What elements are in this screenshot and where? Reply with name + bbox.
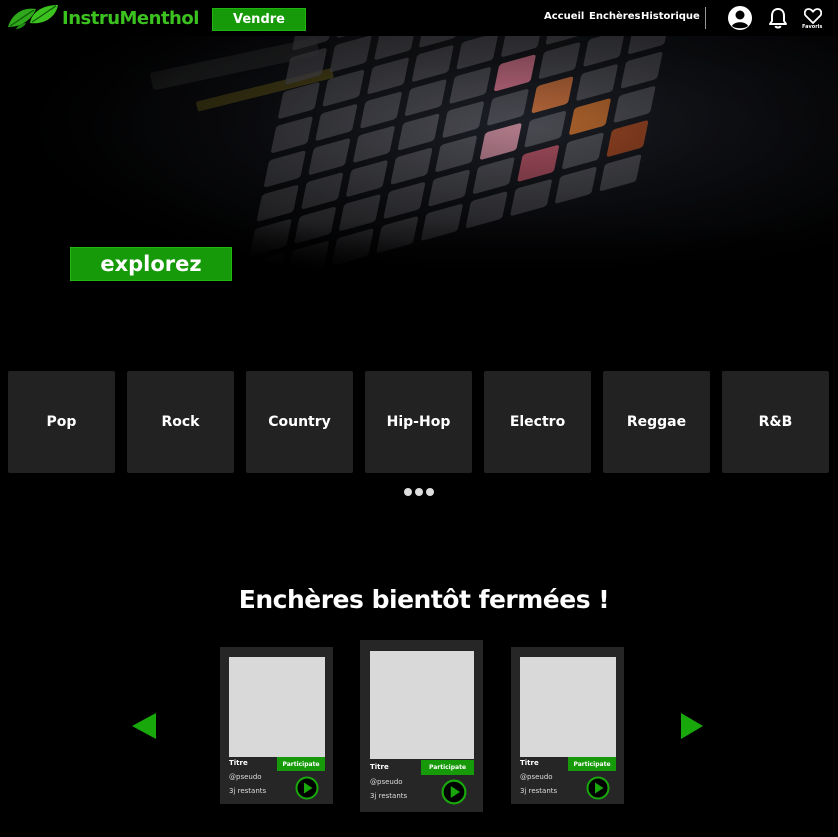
dot: [415, 488, 423, 496]
auction-card-title: Titre: [370, 763, 389, 771]
auction-card[interactable]: Titre Participate @pseudo 3j restants: [220, 647, 333, 804]
auction-card-time-left: 3j restants: [370, 792, 408, 800]
play-icon[interactable]: [586, 776, 610, 800]
genre-card-electro[interactable]: Electro: [484, 371, 591, 473]
arrow-right-icon[interactable]: [680, 712, 704, 740]
genre-card-hip-hop[interactable]: Hip-Hop: [365, 371, 472, 473]
auction-card-image[interactable]: [229, 657, 325, 757]
heart-icon[interactable]: [804, 8, 822, 24]
arrow-left-icon[interactable]: [131, 712, 157, 740]
auction-card[interactable]: Titre Participate @pseudo 3j restants: [360, 640, 483, 812]
nav-divider: [705, 7, 706, 29]
participate-button[interactable]: Participate: [277, 757, 325, 771]
auction-card-user[interactable]: @pseudo: [370, 778, 403, 786]
play-icon[interactable]: [441, 779, 467, 805]
sell-button[interactable]: Vendre: [212, 8, 306, 31]
ellipsis-icon[interactable]: [404, 488, 434, 496]
auction-card-user[interactable]: @pseudo: [520, 773, 553, 781]
dot: [404, 488, 412, 496]
auction-card-user[interactable]: @pseudo: [229, 773, 262, 781]
auction-card-image[interactable]: [370, 651, 474, 759]
genre-card-rnb[interactable]: R&B: [722, 371, 829, 473]
explore-button[interactable]: explorez: [70, 247, 232, 281]
brand-name: InstruMenthol: [62, 7, 199, 29]
nav-link-home[interactable]: Accueil: [544, 11, 584, 22]
play-icon[interactable]: [295, 776, 319, 800]
top-navbar: InstruMenthol Vendre Accueil Enchères Hi…: [0, 0, 838, 36]
auction-card-title: Titre: [229, 759, 248, 767]
auction-card[interactable]: Titre Participate @pseudo 3j restants: [511, 647, 624, 804]
nav-link-history[interactable]: Historique: [641, 11, 700, 22]
section-title-closing-auctions: Enchères bientôt fermées !: [238, 585, 610, 614]
auction-card-time-left: 3j restants: [520, 787, 558, 795]
nav-link-auctions[interactable]: Enchères: [589, 11, 640, 22]
participate-button[interactable]: Participate: [568, 757, 616, 771]
favorites-label: Favoris: [802, 24, 823, 30]
genre-card-country[interactable]: Country: [246, 371, 353, 473]
auction-card-title: Titre: [520, 759, 539, 767]
bell-icon[interactable]: [768, 7, 788, 29]
auction-card-time-left: 3j restants: [229, 787, 267, 795]
dot: [426, 488, 434, 496]
genre-card-rock[interactable]: Rock: [127, 371, 234, 473]
leaf-logo-icon: [8, 5, 58, 29]
auction-card-image[interactable]: [520, 657, 616, 757]
hero-banner: explorez: [0, 36, 838, 298]
genre-card-reggae[interactable]: Reggae: [603, 371, 710, 473]
user-icon[interactable]: [727, 5, 753, 31]
genre-card-pop[interactable]: Pop: [8, 371, 115, 473]
brand-logo[interactable]: InstruMenthol: [6, 0, 199, 36]
participate-button[interactable]: Participate: [421, 760, 474, 775]
